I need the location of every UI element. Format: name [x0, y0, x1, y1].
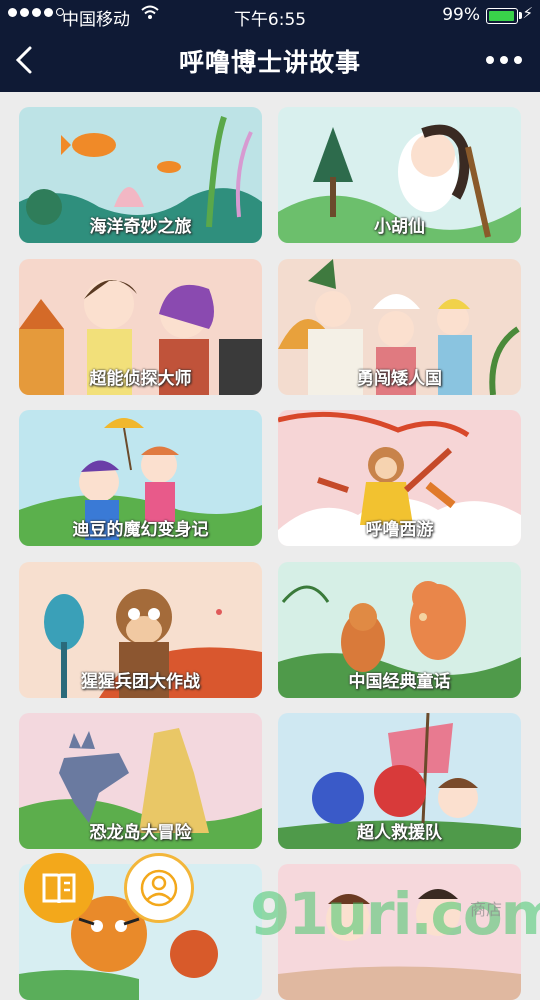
- watermark-caption: 商店: [470, 900, 503, 919]
- story-card-xiaohuxian[interactable]: 小胡仙: [278, 107, 521, 243]
- story-title: 超人救援队: [357, 823, 442, 843]
- story-card-detective[interactable]: 超能侦探大师: [19, 259, 262, 395]
- charging-icon: ⚡: [522, 4, 533, 22]
- story-card-dinosaur[interactable]: 恐龙岛大冒险: [19, 713, 262, 849]
- status-bar: 中国移动 下午6:55 99% ⚡: [0, 0, 540, 30]
- story-grid: 海洋奇妙之旅 小胡仙 超能侦探大师 勇闯矮人国 迪豆的魔幻变身记 呼噜西游 猩猩…: [0, 92, 540, 1000]
- story-card-gorilla[interactable]: 猩猩兵团大作战: [19, 562, 262, 698]
- profile-button[interactable]: [124, 853, 194, 923]
- story-card-ocean[interactable]: 海洋奇妙之旅: [19, 107, 262, 243]
- story-card-dwarves[interactable]: 勇闯矮人国: [278, 259, 521, 395]
- user-icon: [140, 869, 178, 907]
- battery-icon: [486, 8, 522, 24]
- story-title: 超能侦探大师: [89, 369, 192, 389]
- story-title: 迪豆的魔幻变身记: [72, 520, 209, 540]
- story-card-didou[interactable]: 迪豆的魔幻变身记: [19, 410, 262, 546]
- story-title: 海洋奇妙之旅: [89, 217, 192, 237]
- page-title: 呼噜博士讲故事: [178, 48, 361, 77]
- story-title: 中国经典童话: [348, 672, 451, 692]
- story-title: 勇闯矮人国: [357, 369, 442, 389]
- nav-bar: 呼噜博士讲故事: [0, 30, 540, 92]
- battery-percent: 99%: [442, 5, 480, 25]
- bookshelf-button[interactable]: [24, 853, 94, 923]
- story-card-classic-tales[interactable]: 中国经典童话: [278, 562, 521, 698]
- story-card-rescue[interactable]: 超人救援队: [278, 713, 521, 849]
- story-title: 猩猩兵团大作战: [81, 672, 200, 692]
- story-card-xiyou[interactable]: 呼噜西游: [278, 410, 521, 546]
- story-title: 恐龙岛大冒险: [89, 823, 192, 843]
- book-icon: [42, 873, 76, 904]
- story-title: 呼噜西游: [365, 520, 434, 540]
- more-button[interactable]: [486, 56, 522, 64]
- story-title: 小胡仙: [374, 217, 425, 237]
